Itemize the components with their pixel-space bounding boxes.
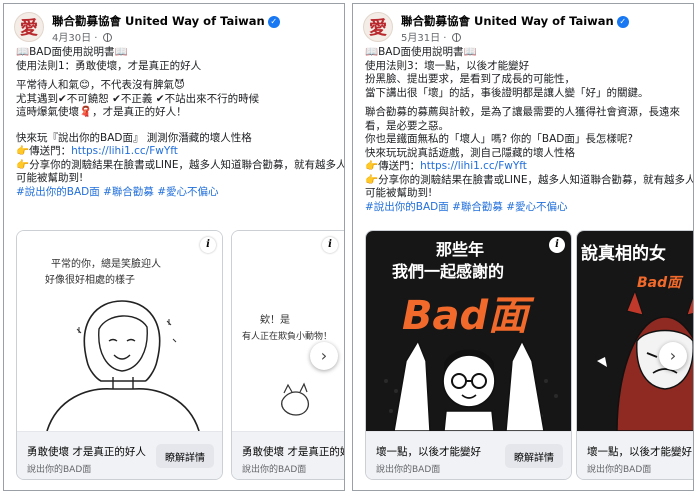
info-icon[interactable]: i [549,237,565,253]
page-name[interactable]: 聯合勸募協會 United Way of Taiwan [401,14,614,28]
portal-line: 👉傳送門：https://lihi1.cc/FwYft [16,145,336,159]
portal-line: 👉傳送門：https://lihi1.cc/FwYft [365,160,685,174]
info-icon[interactable]: i [200,237,216,253]
ad-carousel[interactable]: 那些年 我們一起感謝的 Bad面 壞一點，以後才能變好 說出你的BAD面 瞭解詳… [365,230,693,484]
chevron-right-icon[interactable]: › [659,342,687,370]
card-footer: 壞一點，以後才能變好 說出你的BAD面 [577,431,693,479]
globe-icon [102,33,112,42]
chevron-right-icon[interactable]: › [310,342,338,370]
post-line: 快來玩『說出你的BAD面』 測測你潛藏的壞人性格 [16,131,252,144]
meta-separator: · [94,33,98,44]
post-line: 可能被幫助到! [365,187,433,199]
carousel-card[interactable]: 那些年 我們一起感謝的 Bad面 壞一點，以後才能變好 說出你的BAD面 瞭解詳… [365,230,572,480]
post-line: 使用法則3：壞一點，以後才能變好 [365,59,530,72]
page-name-link[interactable]: 聯合勸募協會 United Way of Taiwan ✓ [401,13,629,29]
quiz-link[interactable]: https://lihi1.cc/FwYft [420,160,527,172]
art-caption: 那些年 [436,240,484,259]
post-may-31: 愛 聯合勸募協會 United Way of Taiwan ✓ 5月31日 · 📖… [352,3,694,491]
post-line: 聯合勸募的募薦與計較，是為了讓最需要的人獲得社會資源，長遠來 [365,106,680,118]
post-line: 使用法則1：勇敢使壞，才是真正的好人 [16,59,202,72]
art-caption: 欸！是 [260,313,290,326]
post-date[interactable]: 5月31日 [401,33,440,44]
post-line: 👉分享你的測驗結果在臉書或LINE，越多人知道聯合勸募，就有越多人 [16,158,345,171]
post-header: 愛 聯合勸募協會 United Way of Taiwan ✓ 5月31日 · [363,12,685,46]
card-illustration[interactable]: 欸！是 有人正在欺負小動物！ [232,231,344,431]
post-text: 📖BAD面使用說明書📖 使用法則3：壞一點，以後才能變好 扮黑臉、提出要求，是看… [365,46,694,215]
globe-icon [451,33,461,42]
post-meta: 5月31日 · [401,29,461,44]
art-caption: 說真相的女 [581,243,666,264]
post-line: 尤其遇到✔不可饒恕 ✔不正義 ✔不站出來不行的時候 [16,92,260,105]
post-line: 平常待人和氣😊，不代表沒有脾氣😈 [16,79,185,91]
post-line: 當下講出很「壞」的話，事後證明都是讓人變「好」的關鍵。 [365,86,649,99]
post-line: 快來玩玩說真話遊戲，測自己隱藏的壞人性格 [365,146,575,159]
post-meta: 4月30日 · [52,29,112,44]
page-name-link[interactable]: 聯合勸募協會 United Way of Taiwan ✓ [52,13,280,29]
page-name[interactable]: 聯合勸募協會 United Way of Taiwan [52,14,265,28]
avatar[interactable]: 愛 [14,12,44,42]
learn-more-button[interactable]: 瞭解詳情 [156,444,214,468]
card-footer: 勇敢使壞 才是真正的好人 說出你的BAD面 瞭解詳情 [17,431,222,479]
portal-label: 👉傳送門： [365,160,421,172]
carousel-card[interactable]: 平常的你，總是笑臉迎人 好像很好相處的樣子 勇敢使壞 才是真正的好人 說出你的B… [16,230,223,480]
card-illustration[interactable]: 說真相的女 Bad面 [577,231,693,431]
post-line: 👉分享你的測驗結果在臉書或LINE，越多人知道聯合勸募，就有越多人 [365,173,694,186]
meta-separator: · [443,33,447,44]
quiz-link[interactable]: https://lihi1.cc/FwYft [71,145,178,157]
art-title: Bad面 [402,293,535,339]
post-text: 📖BAD面使用說明書📖 使用法則1：勇敢使壞，才是真正的好人 平常待人和氣😊，不… [16,46,345,200]
post-header: 愛 聯合勸募協會 United Way of Taiwan ✓ 4月30日 · [14,12,336,46]
art-caption: 有人正在欺負小動物！ [242,330,332,342]
art-caption: 好像很好相處的樣子 [45,273,135,286]
card-subtitle: 說出你的BAD面 [242,465,307,475]
card-subtitle: 說出你的BAD面 [376,465,441,475]
avatar[interactable]: 愛 [363,12,393,42]
card-illustration[interactable]: 平常的你，總是笑臉迎人 好像很好相處的樣子 [17,231,222,431]
verified-icon: ✓ [616,16,629,28]
ad-carousel[interactable]: 平常的你，總是笑臉迎人 好像很好相處的樣子 勇敢使壞 才是真正的好人 說出你的B… [16,230,344,484]
card-footer: 壞一點，以後才能變好 說出你的BAD面 瞭解詳情 [366,431,571,479]
post-line: 這時爆氣使壞🧣，才是真正的好人！ [16,106,187,118]
card-title[interactable]: 壞一點，以後才能變好 [587,444,692,459]
art-caption: 我們一起感謝的 [392,262,504,281]
post-line: 你也是鐵面無私的「壞人」嗎? 你的「BAD面」長怎樣呢? [365,133,633,145]
post-date[interactable]: 4月30日 [52,33,91,44]
post-line: 扮黑臉、提出要求，是看到了成長的可能性， [365,73,575,85]
post-line: 看，是必要之惡。 [365,119,449,132]
card-footer: 勇敢使壞 才是真正的好人 說出你的BAD面 [232,431,344,479]
post-line: 📖BAD面使用說明書📖 [365,46,477,58]
card-title[interactable]: 勇敢使壞 才是真正的好人 [27,444,146,459]
post-line: 📖BAD面使用說明書📖 [16,46,128,58]
card-title[interactable]: 勇敢使壞 才是真正的好人 [242,444,344,459]
post-line: 可能被幫助到! [16,172,84,184]
post-april-30: 愛 聯合勸募協會 United Way of Taiwan ✓ 4月30日 · 📖… [3,3,345,491]
card-illustration[interactable]: 那些年 我們一起感謝的 Bad面 [366,231,571,431]
hashtags[interactable]: #說出你的BAD面 #聯合勸募 #愛心不偏心 [365,201,685,215]
portal-label: 👉傳送門： [16,145,72,157]
learn-more-button[interactable]: 瞭解詳情 [505,444,563,468]
card-subtitle: 說出你的BAD面 [587,465,652,475]
verified-icon: ✓ [267,16,280,28]
hashtags[interactable]: #說出你的BAD面 #聯合勸募 #愛心不偏心 [16,186,336,200]
card-title[interactable]: 壞一點，以後才能變好 [376,444,481,459]
card-subtitle: 說出你的BAD面 [27,465,92,475]
art-title: Bad面 [637,275,684,291]
art-caption: 平常的你，總是笑臉迎人 [51,257,161,270]
info-icon[interactable]: i [322,237,338,253]
